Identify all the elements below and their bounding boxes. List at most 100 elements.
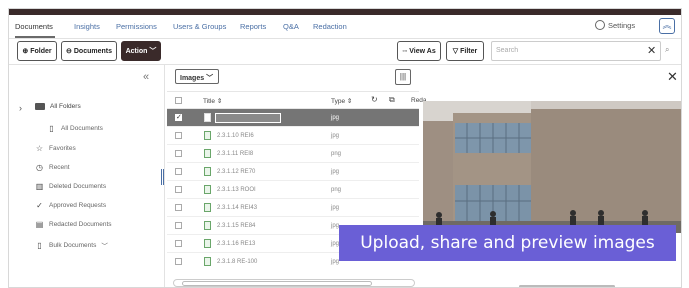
tab-redaction[interactable]: Redaction — [313, 22, 347, 31]
file-type: jpg — [331, 115, 340, 121]
bulk-icon: ▯ — [37, 240, 42, 250]
action-dropdown[interactable]: Action ﹀ — [121, 41, 161, 61]
gear-icon — [595, 20, 605, 30]
image-file-icon — [204, 167, 211, 176]
tab-permissions[interactable]: Permissions — [116, 22, 157, 31]
view-icon: ◦◦ — [402, 47, 408, 55]
collapse-header-button[interactable]: ︽ — [659, 18, 675, 34]
sidebar-item-redacted[interactable]: ▤ Redacted Documents — [35, 220, 112, 229]
sidebar-item-approved[interactable]: ✓ Approved Requests — [35, 201, 106, 210]
folder-icon — [35, 103, 45, 110]
tab-users-groups[interactable]: Users & Groups — [173, 22, 226, 31]
row-checkbox[interactable] — [175, 222, 182, 229]
sidebar-item-all-folders[interactable]: All Folders — [35, 103, 81, 110]
promo-caption: Upload, share and preview images — [339, 225, 676, 261]
tab-insights[interactable]: Insights — [74, 22, 100, 31]
row-checkbox[interactable] — [175, 132, 182, 139]
file-name: 2.3.1.12 RE70 — [217, 169, 256, 175]
main-nav: Documents Insights Permissions Users & G… — [9, 15, 681, 39]
file-name: 2.3.1.10 REI6 — [217, 133, 254, 139]
image-file-icon — [204, 203, 211, 212]
file-type: png — [331, 151, 342, 157]
tab-qa[interactable]: Q&A — [283, 22, 299, 31]
chevron-right-icon[interactable]: › — [19, 103, 22, 113]
file-type: png — [331, 187, 342, 193]
trash-icon: ▥ — [35, 182, 44, 191]
sidebar-resize-handle[interactable] — [161, 169, 164, 185]
chevron-down-icon: ﹀ — [149, 48, 157, 55]
horizontal-scrollbar[interactable] — [173, 279, 415, 287]
toolbar: ⊕ Folder ⊖ Documents Action ﹀ ◦◦ View As… — [9, 39, 681, 65]
file-type: jpg — [331, 205, 340, 211]
file-name: 2.3.1.13 ROOI — [217, 187, 256, 193]
image-file-icon — [204, 149, 211, 158]
select-all-checkbox[interactable] — [175, 97, 182, 104]
search-icon[interactable]: ⌕ — [665, 45, 669, 55]
table-row[interactable]: 2.3.1.13 ROOI png — [167, 181, 419, 199]
redact-icon: ▤ — [35, 220, 44, 229]
columns-icon[interactable]: ||| — [395, 69, 411, 85]
file-name: 2.3.1.16 RE13 — [217, 241, 256, 247]
preview-image — [423, 101, 681, 233]
column-type[interactable]: Type ⇕ — [331, 97, 352, 105]
file-type: jpg — [331, 169, 340, 175]
check-icon: ✓ — [176, 114, 182, 121]
file-name: 2.3.1.15 RE84 — [217, 223, 256, 229]
row-checkbox[interactable] — [175, 258, 182, 265]
image-file-icon — [204, 131, 211, 140]
sidebar-item-favorites[interactable]: ☆ Favorites — [35, 144, 76, 153]
row-checkbox[interactable] — [175, 204, 182, 211]
filter-button[interactable]: ▽ Filter — [446, 41, 484, 61]
file-type: jpg — [331, 259, 340, 265]
image-file-icon — [204, 257, 211, 266]
sidebar-item-deleted[interactable]: ▥ Deleted Documents — [35, 182, 106, 191]
file-name: 2.3.1.14 REI43 — [217, 205, 258, 211]
add-documents-button[interactable]: ⊖ Documents — [61, 41, 117, 61]
tab-documents[interactable]: Documents — [15, 22, 53, 31]
type-filter-select[interactable]: Images ﹀ — [175, 69, 219, 84]
sidebar-item-all-documents[interactable]: ▯ All Documents — [47, 124, 103, 133]
active-tab-indicator — [15, 36, 55, 38]
table-row[interactable]: 2.3.1.14 REI43 jpg — [167, 199, 419, 217]
clear-search-icon[interactable]: ✕ — [647, 44, 656, 57]
table-row[interactable]: ✓ jpg — [167, 109, 419, 127]
table-row[interactable]: 2.3.1.10 REI6 jpg — [167, 127, 419, 145]
row-checkbox[interactable] — [175, 150, 182, 157]
search-input[interactable]: Search — [491, 41, 661, 61]
tab-reports[interactable]: Reports — [240, 22, 266, 31]
view-as-button[interactable]: ◦◦ View As — [397, 41, 441, 61]
filter-icon: ▽ — [452, 48, 459, 55]
table-row[interactable]: 2.3.1.11 REI8 png — [167, 145, 419, 163]
building-photo — [423, 101, 681, 233]
row-checkbox[interactable] — [175, 240, 182, 247]
file-name — [215, 113, 281, 123]
column-title[interactable]: Title ⇕ — [203, 97, 222, 105]
image-file-icon — [204, 113, 211, 122]
sidebar-item-bulk[interactable]: ▯ Bulk Documents ﹀ — [35, 240, 108, 251]
collapse-sidebar-icon[interactable]: « — [143, 71, 149, 83]
close-preview-icon[interactable]: ✕ — [667, 69, 678, 85]
file-type: jpg — [331, 223, 340, 229]
star-icon: ☆ — [35, 144, 44, 153]
open-external-icon[interactable]: ⧉ — [389, 95, 395, 105]
plus-circle-icon: ⊕ — [22, 48, 29, 55]
clock-icon: ◷ — [36, 163, 43, 172]
file-name: 2.3.1.11 REI8 — [217, 151, 254, 157]
file-type: jpg — [331, 133, 340, 139]
settings-label: Settings — [608, 20, 636, 30]
sidebar-item-recent[interactable]: ◷ Recent — [35, 163, 70, 172]
file-type: jpg — [331, 241, 340, 247]
add-folder-button[interactable]: ⊕ Folder — [17, 41, 57, 61]
image-file-icon — [204, 221, 211, 230]
minus-circle-icon: ⊖ — [66, 48, 72, 55]
refresh-icon[interactable]: ↻ — [371, 95, 378, 104]
file-name: 2.3.1.8 RE-100 — [217, 259, 258, 265]
table-row[interactable]: 2.3.1.12 RE70 jpg — [167, 163, 419, 181]
chevron-down-icon: ﹀ — [206, 75, 214, 82]
image-file-icon — [204, 239, 211, 248]
settings-button[interactable]: Settings — [595, 20, 635, 30]
row-checkbox[interactable] — [175, 168, 182, 175]
row-checkbox[interactable] — [175, 186, 182, 193]
scrollbar-thumb[interactable] — [182, 281, 372, 286]
chevron-down-icon: ﹀ — [101, 243, 108, 250]
